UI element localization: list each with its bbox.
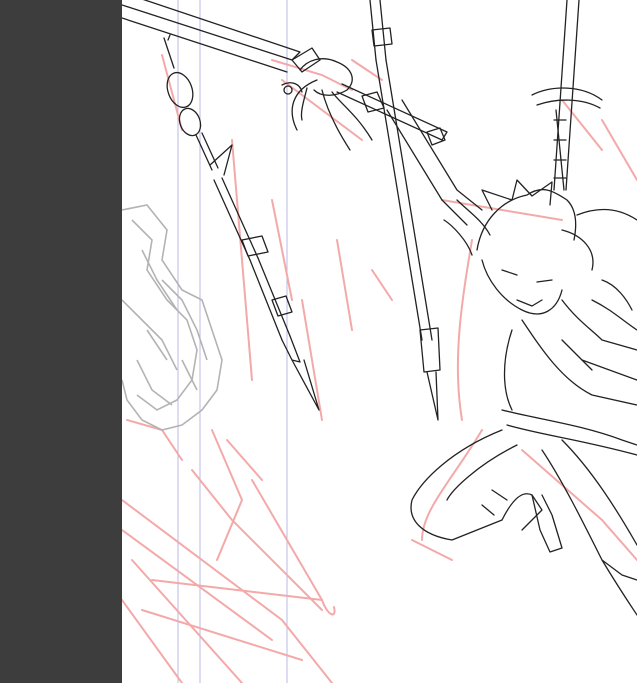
gray-rough-cluster bbox=[122, 204, 223, 431]
artwork-svg bbox=[122, 0, 637, 683]
left-side-panel bbox=[0, 0, 122, 683]
line-art-layer bbox=[122, 0, 637, 616]
drawing-canvas[interactable] bbox=[122, 0, 637, 683]
